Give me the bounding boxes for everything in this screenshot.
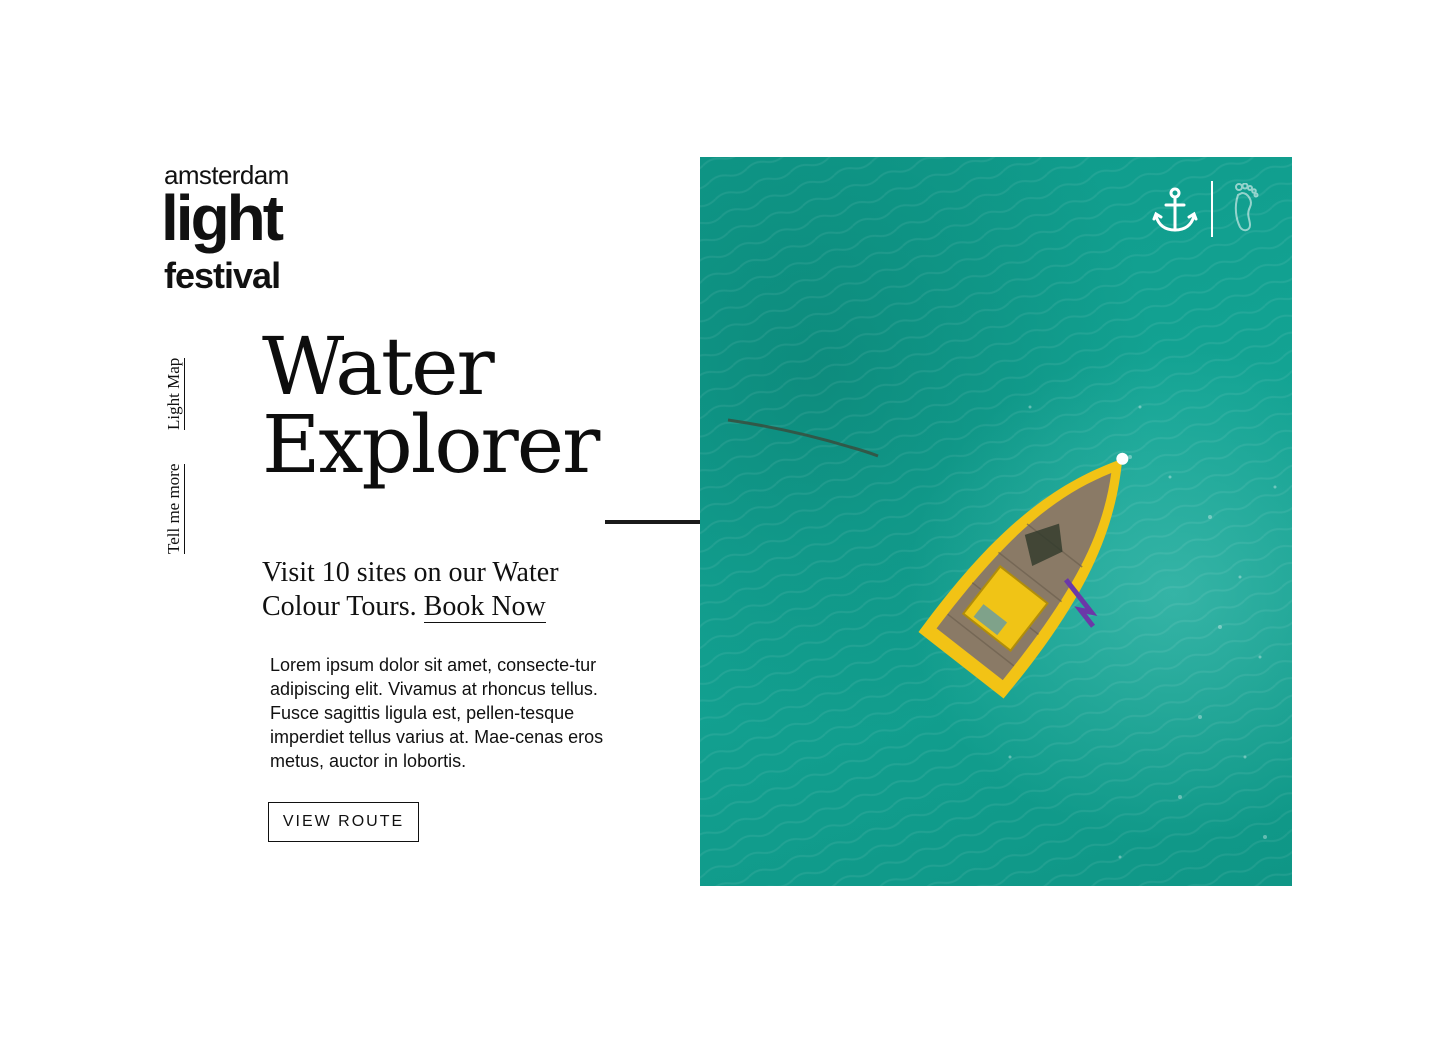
anchor-icon[interactable] <box>1152 186 1198 234</box>
logo-word-light: light <box>161 182 284 254</box>
water-texture <box>700 157 1292 886</box>
page-title: Water Explorer <box>262 320 600 491</box>
icon-divider <box>1211 181 1213 237</box>
nav-light-map-link[interactable]: Light Map <box>164 357 185 430</box>
view-route-button[interactable]: VIEW ROUTE <box>268 802 419 842</box>
logo-word-festival: festival <box>164 255 281 296</box>
hero-image-boat <box>700 157 1292 886</box>
subheading: Visit 10 sites on our Water Colour Tours… <box>262 556 622 624</box>
page-title-line-2: Explorer <box>262 398 600 491</box>
nav-tell-me-more-link[interactable]: Tell me more <box>164 463 185 554</box>
page-title-line-1: Water <box>262 320 495 413</box>
footprint-icon[interactable] <box>1228 183 1262 233</box>
book-now-link[interactable]: Book Now <box>423 591 546 623</box>
description-paragraph: Lorem ipsum dolor sit amet, consecte-tur… <box>270 655 604 771</box>
